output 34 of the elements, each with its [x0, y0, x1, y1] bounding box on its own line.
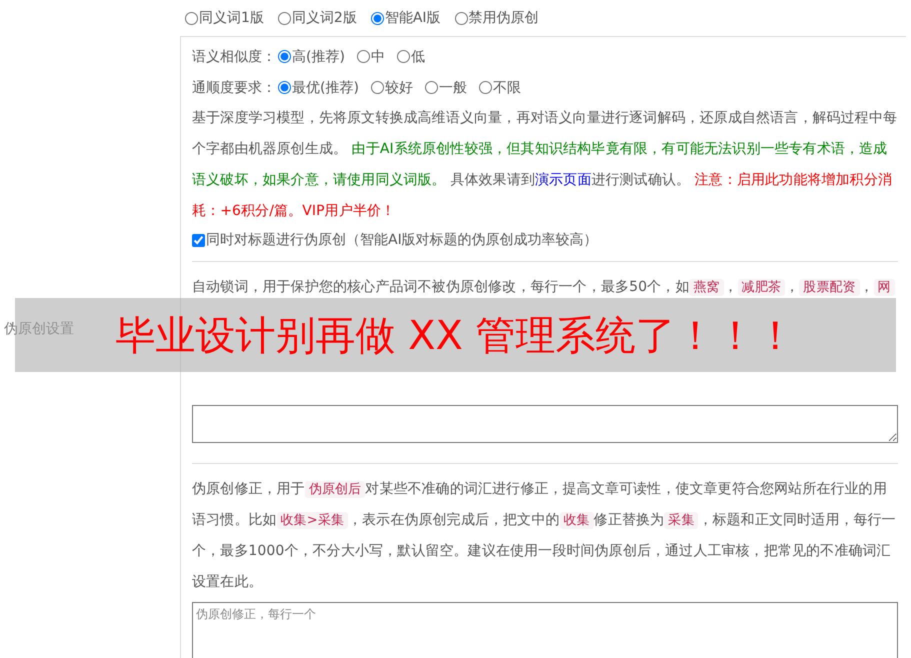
radio-label: 高(推荐) — [292, 48, 345, 66]
radio-button[interactable] — [278, 12, 291, 24]
lock-words-field[interactable] — [192, 405, 898, 443]
radio-label: 最优(推荐) — [292, 78, 359, 96]
radio-label: 同义词2版 — [292, 9, 357, 27]
checkbox[interactable] — [192, 234, 205, 246]
radio-label: 低 — [410, 48, 425, 66]
radio-button[interactable] — [370, 12, 384, 24]
radio-label: 禁用伪原创 — [468, 9, 539, 27]
fluency-label: 通顺度要求： — [192, 78, 276, 96]
radio-button[interactable] — [370, 81, 384, 94]
radio-label: 中 — [370, 48, 385, 66]
radio-label: 智能AI版 — [384, 9, 441, 27]
radio-button[interactable] — [278, 50, 291, 63]
correction-description: 伪原创修正，用于 伪原创后 对某些不准确的词汇进行修正，提高文章可读性，使文章更符合您网站所在行业的用语习惯。比如 收集>采集 ，表示在伪原创完成后，把文中的 收集 修正替换为 采集 ，标题和正文同时适用，每行一个，最多1000个，不分大小写，默认留空。建议在使用一段时间伪原创后，通过人工审核，把常见的不准确词汇设置在此。 — [192, 480, 897, 592]
radio-button[interactable] — [356, 50, 370, 63]
settings-label: 伪原创设置 — [4, 320, 74, 338]
lock-words-description: 自动锁词，用于保护您的核心产品词不被伪原创修改，每行一个，最多50个，如 燕窝 ， 减肥茶 ， 股票配资 ， 网 — [192, 272, 898, 303]
correction-field[interactable]: 伪原创修正，每行一个 — [192, 602, 898, 658]
radio-button[interactable] — [278, 81, 291, 94]
demo-link[interactable]: 演示页面 — [534, 172, 592, 188]
similarity-label: 语义相似度： — [192, 48, 276, 66]
radio-button[interactable] — [396, 50, 410, 63]
radio-button[interactable] — [424, 81, 438, 94]
radio-label: 一般 — [438, 78, 467, 96]
checkbox-label: 同时对标题进行伪原创（智能AI版对标题的伪原创成功率较高） — [206, 231, 598, 249]
radio-label: 同义词1版 — [199, 9, 264, 27]
radio-label: 不限 — [492, 78, 521, 96]
ai-description: 基于深度学习模型，先将原文转换成高维语义向量，再对语义向量进行逐词解码，还原成自然语言，解码过程中每个字都由机器原创生成。 由于AI系统原创性较强，但其知识结构毕竟有限，有可能无法识别一些专有术语，造成语义破坏，如果介意，请使用同义词版。 具体效果请到演示页面进行测试确认。 注意：启用此功能将增加积分消耗：+6积分/篇。VIP用户半价！ — [192, 109, 898, 221]
radio-button[interactable] — [185, 12, 198, 24]
banner-title: 毕业设计别再做 XX 管理系统了！！！ — [115, 312, 796, 360]
radio-label: 较好 — [384, 78, 413, 96]
radio-button[interactable] — [478, 81, 492, 94]
radio-button[interactable] — [454, 12, 468, 24]
